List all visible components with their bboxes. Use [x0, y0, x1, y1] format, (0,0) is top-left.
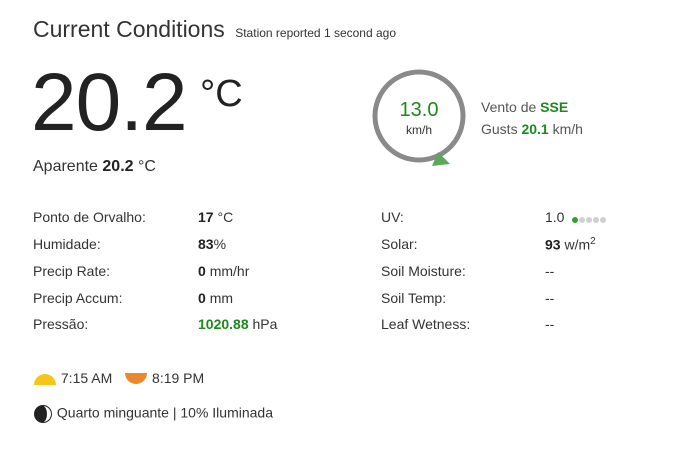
wind-speed-unit: km/h: [406, 123, 432, 137]
section-title: Current Conditions: [33, 16, 225, 42]
sunset-icon: [125, 373, 148, 385]
header: Current Conditions Station reported 1 se…: [33, 16, 396, 43]
wind-direction-label: Vento de: [481, 99, 537, 115]
moon-phase-text: Quarto minguante | 10% Iluminada: [56, 404, 273, 421]
current-temperature: 20.2: [31, 57, 188, 148]
wind-details: Vento de SSE Gusts 20.1 km/h: [481, 96, 583, 140]
sunrise-icon: [34, 374, 56, 386]
temperature-unit: °C: [200, 73, 243, 115]
moon-phase: Quarto minguante | 10% Iluminada: [33, 404, 273, 424]
wind-gusts-value: 20.1: [521, 121, 549, 137]
feels-like-label: Aparente: [33, 158, 98, 175]
leaf-wetness-label: Leaf Wetness:: [381, 316, 471, 332]
sun-times: 7:15 AM 8:19 PM: [33, 370, 204, 386]
wind-dial: 13.0 km/h: [372, 69, 466, 166]
feels-like: Aparente 20.2 °C: [33, 158, 156, 176]
moon-icon: [34, 405, 52, 423]
wind-gusts-label: Gusts: [481, 121, 518, 137]
wind-speed-value: 13.0: [400, 99, 439, 121]
solar-label: Solar:: [381, 236, 418, 252]
humidity-label: Humidade:: [33, 236, 101, 252]
precip-accum-value: 0 mm: [198, 290, 234, 306]
wind-direction-value: SSE: [540, 99, 569, 115]
soil-moisture-value: --: [545, 263, 555, 279]
wind-gusts-unit: km/h: [552, 121, 583, 137]
dewpoint-label: Ponto de Orvalho:: [33, 209, 146, 225]
uv-index-meter: [572, 210, 607, 226]
humidity-value: 83%: [198, 236, 227, 252]
pressure-value: 1020.88 hPa: [198, 316, 278, 332]
precip-accum-label: Precip Accum:: [33, 290, 123, 306]
precip-rate-label: Precip Rate:: [33, 263, 111, 279]
precip-rate-value: 0 mm/hr: [198, 263, 250, 279]
sunset-time: 8:19 PM: [152, 370, 205, 386]
uv-value: 1.0: [545, 209, 607, 226]
sunrise-time: 7:15 AM: [60, 370, 113, 386]
soil-temp-value: --: [545, 290, 555, 306]
wind-direction-line: Vento de SSE: [481, 96, 583, 118]
dewpoint-value: 17 °C: [198, 209, 234, 225]
solar-value: 93 w/m2: [545, 236, 596, 253]
wind-gusts-line: Gusts 20.1 km/h: [481, 118, 583, 140]
feels-like-value: 20.2: [102, 158, 134, 175]
pressure-label: Pressão:: [33, 316, 89, 332]
leaf-wetness-value: --: [545, 316, 555, 332]
uv-label: UV:: [381, 209, 404, 225]
soil-temp-label: Soil Temp:: [381, 290, 447, 306]
station-reported-text: Station reported 1 second ago: [235, 26, 396, 40]
soil-moisture-label: Soil Moisture:: [381, 263, 466, 279]
feels-like-unit: °C: [137, 158, 156, 175]
